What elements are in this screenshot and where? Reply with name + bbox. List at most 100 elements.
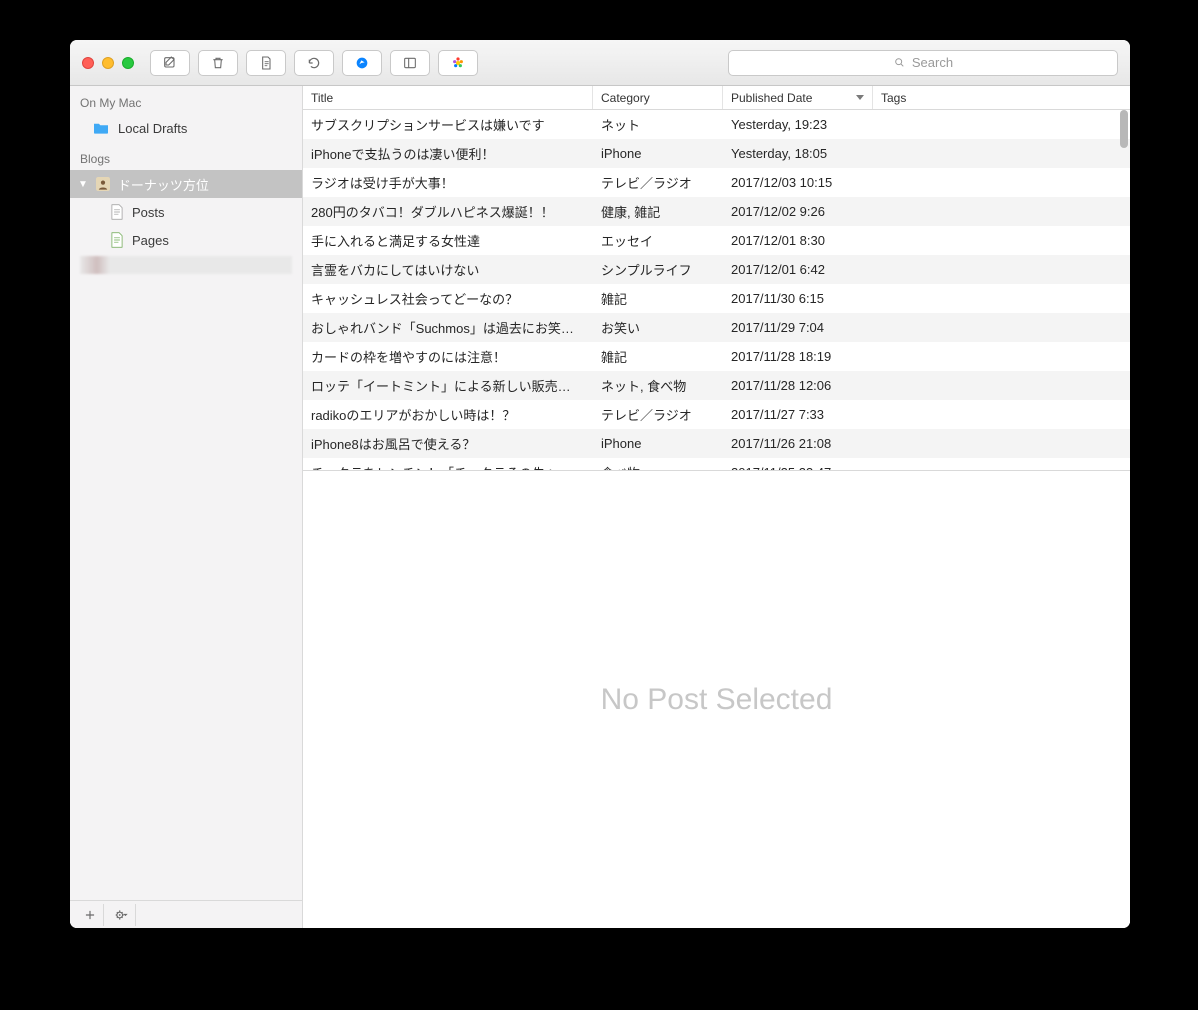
search-icon — [893, 56, 906, 69]
table-row[interactable]: 手に入れると満足する女性達エッセイ2017/12/01 8:30 — [303, 226, 1130, 255]
table-row[interactable]: 280円のタバコ！ダブルハピネス爆誕！！健康, 雑記2017/12/02 9:2… — [303, 197, 1130, 226]
cell-date: 2017/11/28 12:06 — [723, 378, 873, 393]
cell-date: 2017/11/30 6:15 — [723, 291, 873, 306]
cell-date: 2017/11/29 7:04 — [723, 320, 873, 335]
scrollbar-thumb[interactable] — [1120, 110, 1128, 148]
cell-category: テレビ／ラジオ — [593, 405, 723, 424]
send-icon — [354, 55, 370, 71]
layout-button[interactable] — [390, 50, 430, 76]
new-post-button[interactable] — [246, 50, 286, 76]
disclosure-triangle-icon[interactable]: ▼ — [78, 179, 88, 190]
cell-category: 健康, 雑記 — [593, 202, 723, 221]
zoom-window-button[interactable] — [122, 57, 134, 69]
table-row[interactable]: iPhoneで支払うのは凄い便利！iPhoneYesterday, 18:05 — [303, 139, 1130, 168]
cell-category: 雑記 — [593, 347, 723, 366]
table-row[interactable]: チータラをレンチン！「チータラその先へ…食べ物2017/11/25 23:47 — [303, 458, 1130, 470]
sidebar-item-posts[interactable]: Posts — [70, 198, 302, 226]
sidebar: On My Mac Local Drafts Blogs ▼ ドーナッツ方位 P… — [70, 86, 303, 928]
column-header-published-date[interactable]: Published Date — [723, 86, 873, 109]
cell-category: お笑い — [593, 318, 723, 337]
sidebar-item-label: Pages — [132, 233, 169, 248]
search-field[interactable]: Search — [728, 50, 1118, 76]
cell-date: Yesterday, 19:23 — [723, 117, 873, 132]
refresh-icon — [306, 55, 322, 71]
column-header-tags[interactable]: Tags — [873, 86, 1130, 109]
table-row[interactable]: ロッテ「イートミント」による新しい販売…ネット, 食べ物2017/11/28 1… — [303, 371, 1130, 400]
cell-date: 2017/12/02 9:26 — [723, 204, 873, 219]
sidebar-item-local-drafts[interactable]: Local Drafts — [70, 114, 302, 142]
cell-date: 2017/11/25 23:47 — [723, 465, 873, 470]
table-row[interactable]: キャッシュレス社会ってどーなの？雑記2017/11/30 6:15 — [303, 284, 1130, 313]
table-row[interactable]: iPhone8はお風呂で使える？iPhone2017/11/26 21:08 — [303, 429, 1130, 458]
delete-button[interactable] — [198, 50, 238, 76]
cell-title: ロッテ「イートミント」による新しい販売… — [303, 376, 593, 395]
cell-title: 280円のタバコ！ダブルハピネス爆誕！！ — [303, 202, 593, 221]
sidebar-item-label: Local Drafts — [118, 121, 187, 136]
cell-category: iPhone — [593, 436, 723, 451]
cell-title: カードの枠を増やすのには注意！ — [303, 347, 593, 366]
minimize-window-button[interactable] — [102, 57, 114, 69]
cell-title: iPhoneで支払うのは凄い便利！ — [303, 144, 593, 163]
sidebar-item-redacted — [80, 256, 292, 274]
cell-title: キャッシュレス社会ってどーなの？ — [303, 289, 593, 308]
sidebar-section-blogs: Blogs — [70, 142, 302, 170]
main-pane: Title Category Published Date Tags サブスクリ… — [303, 86, 1130, 928]
window-controls — [82, 57, 134, 69]
cell-date: Yesterday, 18:05 — [723, 146, 873, 161]
cell-category: iPhone — [593, 146, 723, 161]
column-header-title[interactable]: Title — [303, 86, 593, 109]
cell-date: 2017/12/03 10:15 — [723, 175, 873, 190]
cell-category: ネット — [593, 115, 723, 134]
cell-title: 言霊をバカにしてはいけない — [303, 260, 593, 279]
publish-button[interactable] — [342, 50, 382, 76]
column-header-category[interactable]: Category — [593, 86, 723, 109]
compose-icon — [162, 55, 178, 71]
photos-icon — [450, 55, 466, 71]
folder-icon — [92, 121, 110, 135]
cell-category: 雑記 — [593, 289, 723, 308]
table-row[interactable]: カードの枠を増やすのには注意！雑記2017/11/28 18:19 — [303, 342, 1130, 371]
plus-icon — [83, 908, 97, 922]
cell-date: 2017/11/27 7:33 — [723, 407, 873, 422]
table-body[interactable]: サブスクリプションサービスは嫌いですネットYesterday, 19:23iPh… — [303, 110, 1130, 470]
sidebar-footer — [70, 900, 302, 928]
sidebar-item-blog[interactable]: ▼ ドーナッツ方位 — [70, 170, 302, 198]
table-row[interactable]: サブスクリプションサービスは嫌いですネットYesterday, 19:23 — [303, 110, 1130, 139]
cell-date: 2017/12/01 8:30 — [723, 233, 873, 248]
cell-category: シンプルライフ — [593, 260, 723, 279]
media-button[interactable] — [438, 50, 478, 76]
cell-date: 2017/12/01 6:42 — [723, 262, 873, 277]
sidebar-item-label: Posts — [132, 205, 165, 220]
settings-menu-button[interactable] — [108, 904, 136, 926]
trash-icon — [210, 55, 226, 71]
preview-pane: No Post Selected — [303, 471, 1130, 928]
sidebar-item-pages[interactable]: Pages — [70, 226, 302, 254]
cell-title: サブスクリプションサービスは嫌いです — [303, 115, 593, 134]
cell-title: おしゃれバンド「Suchmos」は過去にお笑… — [303, 318, 593, 337]
table-row[interactable]: おしゃれバンド「Suchmos」は過去にお笑…お笑い2017/11/29 7:0… — [303, 313, 1130, 342]
blog-avatar-icon — [96, 176, 110, 192]
refresh-button[interactable] — [294, 50, 334, 76]
title-bar: Search — [70, 40, 1130, 86]
window-body: On My Mac Local Drafts Blogs ▼ ドーナッツ方位 P… — [70, 86, 1130, 928]
layout-icon — [402, 55, 418, 71]
close-window-button[interactable] — [82, 57, 94, 69]
cell-title: iPhone8はお風呂で使える？ — [303, 434, 593, 453]
app-window: Search On My Mac Local Drafts Blogs ▼ ドー… — [70, 40, 1130, 928]
cell-date: 2017/11/28 18:19 — [723, 349, 873, 364]
search-placeholder: Search — [912, 55, 953, 70]
table-row[interactable]: 言霊をバカにしてはいけないシンプルライフ2017/12/01 6:42 — [303, 255, 1130, 284]
cell-title: ラジオは受け手が大事！ — [303, 173, 593, 192]
cell-category: 食べ物 — [593, 463, 723, 470]
add-button[interactable] — [76, 904, 104, 926]
table-row[interactable]: radikoのエリアがおかしい時は！？テレビ／ラジオ2017/11/27 7:3… — [303, 400, 1130, 429]
cell-date: 2017/11/26 21:08 — [723, 436, 873, 451]
page-icon — [110, 204, 124, 220]
table-row[interactable]: ラジオは受け手が大事！テレビ／ラジオ2017/12/03 10:15 — [303, 168, 1130, 197]
cell-category: エッセイ — [593, 231, 723, 250]
cell-category: ネット, 食べ物 — [593, 376, 723, 395]
post-list: Title Category Published Date Tags サブスクリ… — [303, 86, 1130, 471]
table-header: Title Category Published Date Tags — [303, 86, 1130, 110]
compose-button[interactable] — [150, 50, 190, 76]
sidebar-section-onmymac: On My Mac — [70, 86, 302, 114]
